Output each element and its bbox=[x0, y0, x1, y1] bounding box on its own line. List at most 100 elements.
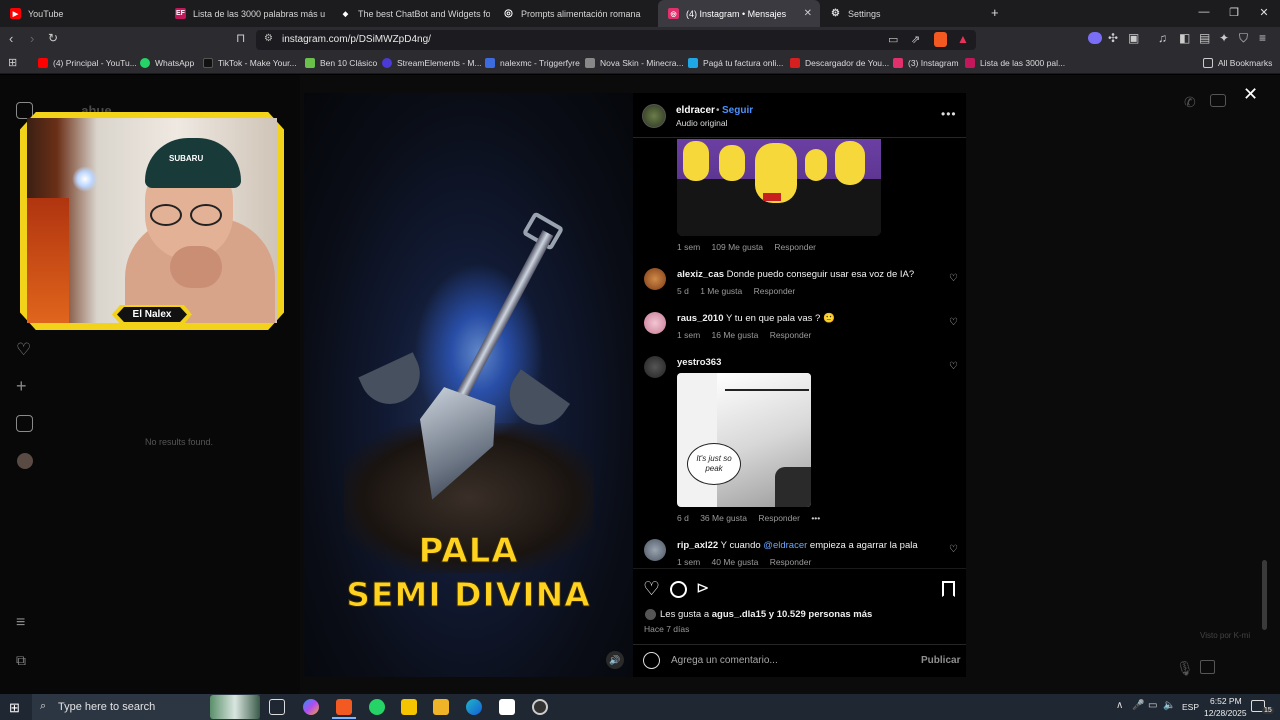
task-view-icon[interactable] bbox=[269, 699, 285, 715]
reply-button[interactable]: Responder bbox=[770, 330, 812, 340]
likes-count[interactable]: y 10.529 personas más bbox=[769, 609, 873, 620]
liker-username[interactable]: agus_.dla15 bbox=[712, 609, 766, 620]
comment-input[interactable]: Agrega un comentario... bbox=[671, 655, 778, 666]
vpn-icon[interactable]: ▤ bbox=[1199, 31, 1210, 45]
back-icon[interactable]: ‹ bbox=[9, 31, 13, 46]
volume-icon[interactable]: 🔊 bbox=[606, 651, 624, 669]
minimize-button[interactable]: — bbox=[1189, 6, 1219, 18]
like-comment-icon[interactable]: ♡ bbox=[949, 273, 958, 284]
instagram-logo-icon[interactable] bbox=[16, 102, 33, 119]
copilot-icon[interactable] bbox=[303, 699, 319, 715]
language-indicator[interactable]: ESP bbox=[1182, 702, 1199, 712]
comment-likes[interactable]: 1 Me gusta bbox=[700, 286, 742, 296]
new-tab-button[interactable]: + bbox=[991, 5, 999, 20]
volume-tray-icon[interactable]: 🔈 bbox=[1163, 700, 1175, 711]
comment-image-manga[interactable]: It's just so peak bbox=[677, 373, 811, 507]
bookmark-streamelements[interactable]: StreamElements - M... bbox=[382, 56, 482, 70]
reply-button[interactable]: Responder bbox=[770, 557, 812, 567]
tab-settings[interactable]: ⚙ Settings bbox=[820, 0, 980, 27]
ai-icon[interactable]: ✦ bbox=[1219, 31, 1229, 45]
comment-image-meme[interactable] bbox=[677, 139, 881, 236]
comment-options-icon[interactable]: ••• bbox=[811, 513, 820, 523]
like-comment-icon[interactable]: ♡ bbox=[949, 361, 958, 372]
bookmark-descargador[interactable]: Descargador de You... bbox=[790, 56, 889, 70]
extensions-icon[interactable]: ✣ bbox=[1108, 31, 1118, 45]
like-comment-icon[interactable]: ♡ bbox=[949, 544, 958, 555]
comment-icon[interactable] bbox=[670, 581, 687, 598]
windows-start-icon[interactable]: ⊞ bbox=[9, 700, 20, 716]
gallery-icon[interactable] bbox=[1200, 660, 1215, 674]
profile-icon[interactable] bbox=[17, 453, 33, 469]
reply-button[interactable]: Responder bbox=[774, 242, 816, 252]
comment-username[interactable]: rip_axl22 bbox=[677, 540, 718, 551]
more-options-icon[interactable]: ••• bbox=[941, 107, 957, 121]
bookmark-triggerfyre[interactable]: nalexmc - Triggerfyre bbox=[485, 56, 580, 70]
follow-button[interactable]: Seguir bbox=[722, 105, 753, 116]
forward-icon[interactable]: › bbox=[30, 31, 34, 46]
create-icon[interactable]: + bbox=[16, 376, 27, 397]
bookmark-youtube[interactable]: (4) Principal - YouTu... bbox=[38, 56, 137, 70]
commenter-avatar[interactable] bbox=[644, 268, 666, 290]
comment-username[interactable]: raus_2010 bbox=[677, 313, 723, 324]
brave-shield-icon[interactable] bbox=[934, 32, 947, 47]
comment-likes[interactable]: 16 Me gusta bbox=[712, 330, 759, 340]
commenter-avatar[interactable] bbox=[644, 356, 666, 378]
close-tab-icon[interactable]: ✕ bbox=[804, 8, 812, 19]
bookmark-instagram[interactable]: (3) Instagram bbox=[893, 56, 959, 70]
reply-button[interactable]: Responder bbox=[754, 286, 796, 296]
audio-label[interactable]: Audio original bbox=[676, 118, 728, 128]
comment-username[interactable]: alexiz_cas bbox=[677, 269, 724, 280]
site-info-icon[interactable]: ⚙ bbox=[264, 33, 273, 44]
edge-icon[interactable] bbox=[466, 699, 482, 715]
mic-tray-icon[interactable]: 🎤 bbox=[1132, 700, 1144, 711]
phone-icon[interactable]: ✆ bbox=[1184, 94, 1196, 111]
search-highlight-image[interactable] bbox=[210, 695, 260, 719]
wallet-icon[interactable]: ▣ bbox=[1128, 31, 1139, 45]
clock-date[interactable]: 12/28/2025 bbox=[1204, 708, 1247, 718]
menu-icon[interactable]: ≡ bbox=[1259, 31, 1266, 45]
tab-chatbot[interactable]: ◆ The best ChatBot and Widgets for Ki bbox=[330, 0, 490, 27]
bookmark-factura[interactable]: Pagá tu factura onli... bbox=[688, 56, 783, 70]
comment-username[interactable]: yestro363 bbox=[677, 357, 721, 368]
address-bar[interactable]: instagram.com/p/DSiMWZpD4ng/ bbox=[256, 30, 976, 50]
reload-icon[interactable]: ↻ bbox=[48, 31, 58, 45]
comment-likes[interactable]: 40 Me gusta bbox=[712, 557, 759, 567]
comment-likes[interactable]: 109 Me gusta bbox=[712, 242, 764, 252]
brave-taskbar-icon[interactable] bbox=[336, 699, 352, 715]
share-icon[interactable]: ⊳ bbox=[696, 578, 709, 598]
mention-link[interactable]: @eldracer bbox=[763, 540, 807, 551]
tab-youtube[interactable]: ▶ YouTube bbox=[0, 0, 160, 27]
bookmark-ben10[interactable]: Ben 10 Clásico bbox=[305, 56, 377, 70]
clock-time[interactable]: 6:52 PM bbox=[1210, 696, 1242, 706]
commenter-avatar[interactable] bbox=[644, 539, 666, 561]
apps-grid-icon[interactable]: ⧉ bbox=[16, 652, 26, 669]
reply-button[interactable]: Responder bbox=[758, 513, 800, 523]
share-icon[interactable]: ⇗ bbox=[911, 33, 920, 46]
scrollbar[interactable] bbox=[1262, 560, 1267, 630]
sidebar-icon[interactable]: ◧ bbox=[1179, 31, 1190, 45]
tab-word-list[interactable]: EF Lista de las 3000 palabras más usadas bbox=[165, 0, 325, 27]
cast-icon[interactable]: ▭ bbox=[888, 33, 898, 46]
bookmark-novaskin[interactable]: Nova Skin - Minecra... bbox=[585, 56, 684, 70]
close-window-button[interactable]: ✕ bbox=[1249, 6, 1279, 19]
author-username[interactable]: eldracer bbox=[676, 105, 715, 116]
commenter-avatar[interactable] bbox=[644, 312, 666, 334]
apps-icon[interactable]: ⊞ bbox=[8, 56, 17, 69]
capcut-icon[interactable] bbox=[499, 699, 515, 715]
more-menu-icon[interactable]: ≡ bbox=[16, 614, 25, 632]
music-icon[interactable]: ♫ bbox=[1158, 31, 1167, 45]
save-icon[interactable] bbox=[942, 581, 955, 597]
tray-expand-icon[interactable]: ∧ bbox=[1116, 700, 1123, 711]
emoji-icon[interactable] bbox=[643, 652, 660, 669]
like-post-icon[interactable]: ♡ bbox=[643, 578, 660, 601]
obs-icon[interactable] bbox=[532, 699, 548, 715]
whatsapp-taskbar-icon[interactable] bbox=[369, 699, 385, 715]
dashboard-icon[interactable] bbox=[16, 415, 33, 432]
mic-icon[interactable]: 🎙 bbox=[1176, 660, 1194, 677]
video-call-icon[interactable] bbox=[1210, 94, 1226, 107]
all-bookmarks[interactable]: All Bookmarks bbox=[1203, 56, 1272, 70]
shield-icon[interactable]: ⛉ bbox=[1239, 31, 1248, 46]
comment-likes[interactable]: 36 Me gusta bbox=[700, 513, 747, 523]
bookmark-icon[interactable]: ⊓ bbox=[236, 31, 245, 45]
leo-icon[interactable] bbox=[1088, 32, 1102, 44]
